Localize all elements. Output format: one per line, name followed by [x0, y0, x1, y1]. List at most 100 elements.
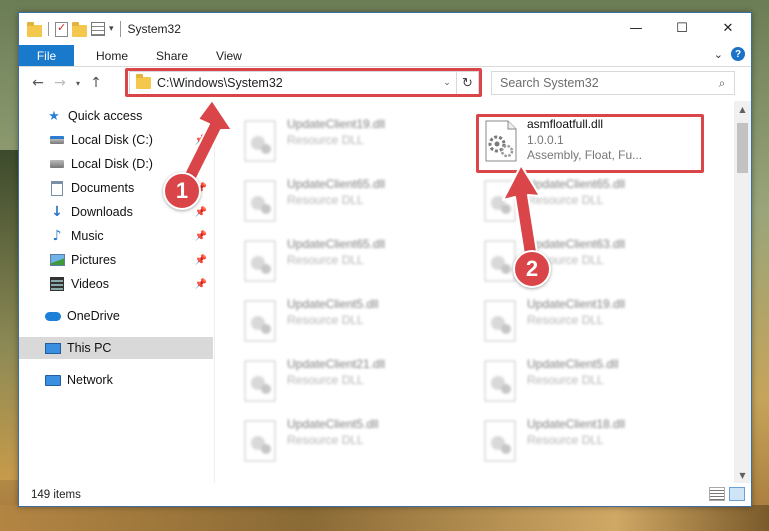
file-name: UpdateClient19.dll	[287, 117, 386, 131]
sidebar-item-label: OneDrive	[67, 309, 120, 323]
file-type: Resource DLL	[287, 433, 364, 447]
sidebar-item-videos[interactable]: Videos 📌	[19, 273, 213, 295]
search-box[interactable]: Search System32 ⌕	[491, 71, 735, 95]
step-1-badge: 1	[163, 172, 201, 210]
file-item[interactable]: UpdateClient19.dll Resource DLL	[242, 117, 472, 171]
recent-locations-chevron-icon[interactable]: ▾	[71, 72, 85, 94]
maximize-button[interactable]: ☐	[659, 13, 705, 43]
file-item[interactable]: UpdateClient21.dll Resource DLL	[242, 357, 472, 411]
sidebar-item-music[interactable]: ♪ Music 📌	[19, 225, 213, 247]
pin-icon: 📌	[194, 134, 207, 146]
star-icon: ★	[48, 108, 60, 124]
tab-share[interactable]: Share	[142, 45, 202, 66]
vertical-scrollbar[interactable]: ▲ ▼	[734, 101, 751, 483]
search-icon[interactable]: ⌕	[710, 76, 734, 91]
file-type: Resource DLL	[527, 313, 604, 327]
sidebar-item-this-pc[interactable]: This PC	[19, 337, 213, 359]
tab-view[interactable]: View	[202, 45, 256, 66]
drive-icon	[49, 156, 65, 172]
sidebar-item-label: Local Disk (C:)	[71, 133, 153, 147]
file-type: Resource DLL	[527, 193, 604, 207]
sidebar-item-local-disk-c[interactable]: Local Disk (C:) 📌	[19, 129, 213, 151]
back-arrow-icon[interactable]: ←	[27, 72, 49, 94]
sidebar-item-label: Quick access	[68, 109, 143, 123]
step-2-badge: 2	[513, 250, 551, 288]
pin-icon: 📌	[194, 278, 207, 290]
dll-file-icon	[244, 120, 276, 162]
navigation-bar: ← → ▾ ↑ C:\Windows\System32 ⌄ ↻ Search S…	[19, 67, 751, 99]
tab-file[interactable]: File	[19, 45, 74, 66]
file-item[interactable]: UpdateClient65.dll Resource DLL	[482, 177, 712, 231]
search-placeholder[interactable]: Search System32	[500, 76, 710, 90]
background-desktop-bottom	[0, 505, 769, 531]
large-icons-view-icon[interactable]	[729, 487, 745, 501]
expand-ribbon-chevron-icon[interactable]: ⌄	[714, 48, 723, 61]
file-highlight	[476, 114, 704, 173]
content-area: ★ Quick access Local Disk (C:) 📌 Local D…	[19, 101, 751, 483]
file-item[interactable]: UpdateClient5.dll Resource DLL	[242, 297, 472, 351]
quick-access-toolbar: ▾	[19, 21, 114, 37]
dll-file-icon	[244, 300, 276, 342]
music-icon: ♪	[52, 228, 62, 244]
address-bar-highlight	[125, 68, 482, 97]
network-icon	[45, 372, 61, 388]
sidebar-item-label: Network	[67, 373, 113, 387]
file-item[interactable]: UpdateClient5.dll Resource DLL	[482, 357, 712, 411]
file-item[interactable]: UpdateClient65.dll Resource DLL	[242, 237, 472, 291]
minimize-button[interactable]: —	[613, 13, 659, 43]
scroll-down-arrow-icon[interactable]: ▼	[734, 467, 751, 483]
view-icon[interactable]	[91, 22, 105, 36]
file-name: UpdateClient63.dll	[527, 237, 626, 251]
up-arrow-icon[interactable]: ↑	[85, 72, 107, 94]
sidebar-item-label: Videos	[71, 277, 109, 291]
navigation-pane: ★ Quick access Local Disk (C:) 📌 Local D…	[19, 101, 215, 483]
window-controls: — ☐ ✕	[613, 13, 751, 43]
forward-arrow-icon[interactable]: →	[49, 72, 71, 94]
documents-icon	[49, 180, 65, 196]
sidebar-item-network[interactable]: Network	[19, 369, 213, 391]
details-view-icon[interactable]	[709, 487, 725, 501]
file-item[interactable]: UpdateClient65.dll Resource DLL	[242, 177, 472, 231]
properties-icon[interactable]	[55, 21, 68, 37]
scroll-up-arrow-icon[interactable]: ▲	[734, 101, 751, 117]
sidebar-item-label: Downloads	[71, 205, 133, 219]
new-folder-icon[interactable]	[72, 21, 87, 37]
customize-toolbar-chevron-icon[interactable]: ▾	[109, 24, 114, 34]
ribbon-tabs: File Home Share View ⌄ ?	[19, 45, 751, 67]
toolbar-divider	[48, 22, 49, 36]
sidebar-item-pictures[interactable]: Pictures 📌	[19, 249, 213, 271]
tab-home[interactable]: Home	[74, 45, 142, 66]
file-explorer-window: ▾ System32 — ☐ ✕ File Home Share View ⌄ …	[18, 12, 752, 507]
sidebar-item-onedrive[interactable]: OneDrive	[19, 305, 213, 327]
close-button[interactable]: ✕	[705, 13, 751, 43]
status-bar: 149 items	[19, 483, 751, 506]
dll-file-icon	[244, 180, 276, 222]
computer-icon	[45, 340, 61, 356]
window-title: System32	[127, 22, 181, 36]
file-name: UpdateClient65.dll	[287, 237, 386, 251]
file-name: UpdateClient5.dll	[287, 297, 379, 311]
title-bar: ▾ System32 — ☐ ✕	[19, 13, 751, 45]
dll-file-icon	[484, 180, 516, 222]
sidebar-item-label: Local Disk (D:)	[71, 157, 153, 171]
dll-file-icon	[484, 420, 516, 462]
file-name: UpdateClient19.dll	[527, 297, 626, 311]
file-item[interactable]: UpdateClient18.dll Resource DLL	[482, 417, 712, 471]
title-divider	[119, 21, 121, 37]
file-list: UpdateClient19.dll Resource DLL UpdateCli…	[216, 101, 732, 483]
videos-icon	[49, 276, 65, 292]
sidebar-item-quick-access[interactable]: ★ Quick access	[19, 105, 213, 127]
file-name: UpdateClient65.dll	[287, 177, 386, 191]
pictures-icon	[49, 252, 65, 268]
file-name: UpdateClient5.dll	[527, 357, 619, 371]
folder-icon	[27, 21, 42, 37]
dll-file-icon	[484, 300, 516, 342]
file-item[interactable]: UpdateClient5.dll Resource DLL	[242, 417, 472, 471]
sidebar-item-label: This PC	[67, 341, 112, 355]
help-icon[interactable]: ?	[731, 47, 745, 61]
scrollbar-thumb[interactable]	[737, 123, 748, 173]
sidebar-item-label: Documents	[71, 181, 135, 195]
file-item[interactable]: UpdateClient19.dll Resource DLL	[482, 297, 712, 351]
item-count: 149 items	[31, 488, 81, 501]
file-type: Resource DLL	[527, 373, 604, 387]
